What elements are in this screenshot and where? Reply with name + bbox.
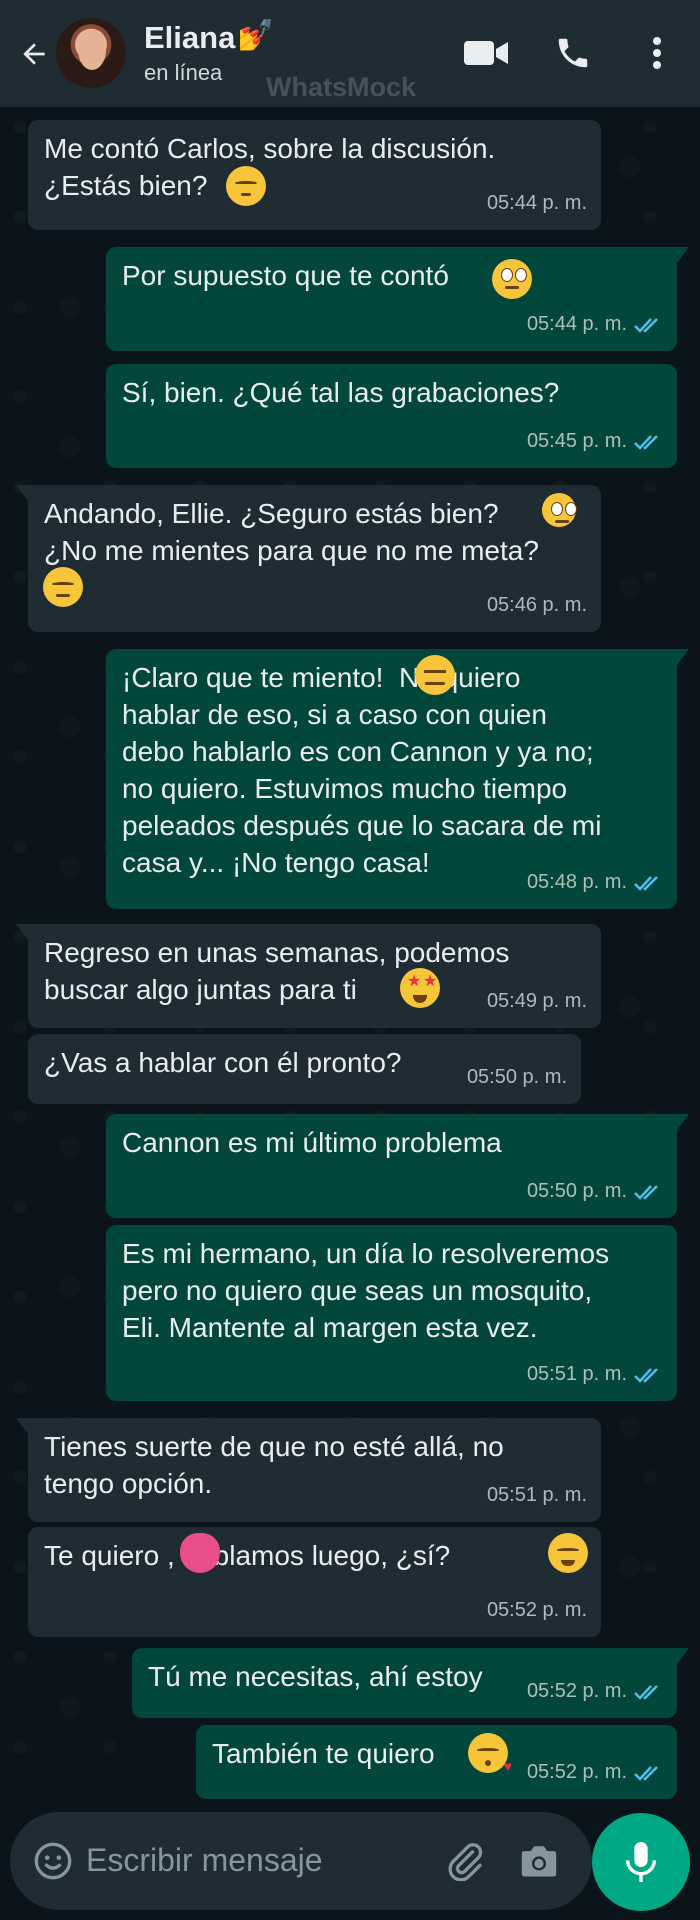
- message-incoming[interactable]: Me contó Carlos, sobre la discusión. ¿Es…: [28, 120, 601, 230]
- expressionless-face-emoji: [415, 655, 455, 695]
- kissing-face-emoji: ♥: [468, 1733, 512, 1773]
- watermark: WhatsMock: [266, 72, 417, 102]
- attach-icon[interactable]: [442, 1838, 488, 1884]
- message-text: Me contó Carlos, sobre la discusión. ¿Es…: [44, 133, 496, 201]
- message-text: Andando, Ellie. ¿Seguro estás bien? ¿No …: [44, 498, 539, 566]
- message-outgoing[interactable]: Es mi hermano, un día lo resolveremos pe…: [106, 1225, 677, 1401]
- message-outgoing[interactable]: Tú me necesitas, ahí estoy 05:52 p. m.: [132, 1648, 689, 1718]
- camera-icon[interactable]: [516, 1838, 562, 1884]
- message-outgoing[interactable]: También te quiero ♥ 05:52 p. m.: [196, 1725, 677, 1799]
- contact-name[interactable]: Eliana: [144, 20, 235, 56]
- voice-call-icon[interactable]: [548, 30, 598, 76]
- smiling-face-emoji: [548, 1533, 588, 1573]
- message-time: 05:48 p. m.: [526, 871, 627, 893]
- message-text: Tú me necesitas, ahí estoy: [148, 1661, 483, 1692]
- message-text: Sí, bien. ¿Qué tal las grabaciones?: [122, 377, 560, 408]
- message-time: 05:46 p. m.: [486, 594, 587, 616]
- message-incoming[interactable]: Andando, Ellie. ¿Seguro estás bien? ¿No …: [16, 485, 601, 632]
- message-text: Por supuesto que te contó: [122, 260, 449, 291]
- message-time: 05:51 p. m.: [486, 1484, 587, 1506]
- nail-polish-emoji: 💅: [237, 19, 275, 52]
- message-outgoing[interactable]: ¡Claro que te miento! No quiero hablar d…: [106, 649, 689, 909]
- message-incoming[interactable]: Te quiero , hablamos luego, ¿sí? 05:52 p…: [28, 1527, 601, 1637]
- message-input-bar[interactable]: Escribir mensaje: [10, 1812, 592, 1910]
- message-text: Cannon es mi último problema: [122, 1127, 502, 1158]
- back-arrow-icon[interactable]: [14, 34, 54, 74]
- microphone-icon: [626, 1842, 656, 1882]
- message-time: 05:45 p. m.: [526, 430, 627, 452]
- read-ticks-icon: [634, 434, 658, 450]
- eye-roll-face-emoji: [492, 259, 532, 299]
- message-time: 05:49 p. m.: [486, 990, 587, 1012]
- message-time: 05:50 p. m.: [466, 1066, 567, 1088]
- unamused-face-emoji: [43, 567, 83, 607]
- message-time: 05:44 p. m.: [526, 313, 627, 335]
- message-outgoing[interactable]: Por supuesto que te contó 05:44 p. m.: [106, 247, 689, 351]
- message-time: 05:50 p. m.: [526, 1180, 627, 1202]
- read-ticks-icon: [634, 1765, 658, 1781]
- message-input[interactable]: Escribir mensaje: [86, 1842, 323, 1879]
- pensive-face-emoji: [226, 166, 266, 206]
- star-struck-face-emoji: [400, 968, 440, 1008]
- message-time: 05:52 p. m.: [526, 1680, 627, 1702]
- read-ticks-icon: [634, 317, 658, 333]
- chat-header: Eliana 💅 en línea WhatsMock: [0, 0, 700, 107]
- message-incoming[interactable]: ¿Vas a hablar con él pronto? 05:50 p. m.: [28, 1034, 581, 1104]
- message-text: Tienes suerte de que no esté allá, no te…: [44, 1431, 504, 1499]
- mic-button[interactable]: [592, 1813, 690, 1911]
- message-text: ¡Claro que te miento! No quiero hablar d…: [122, 662, 602, 878]
- message-incoming[interactable]: Regreso en unas semanas, podemos buscar …: [16, 924, 601, 1028]
- contact-status: en línea: [144, 60, 223, 85]
- read-ticks-icon: [634, 1184, 658, 1200]
- read-ticks-icon: [634, 1367, 658, 1383]
- message-outgoing[interactable]: Sí, bien. ¿Qué tal las grabaciones? 05:4…: [106, 364, 677, 468]
- message-text: Es mi hermano, un día lo resolveremos pe…: [122, 1238, 610, 1343]
- message-time: 05:51 p. m.: [526, 1363, 627, 1385]
- message-time: 05:44 p. m.: [486, 192, 587, 214]
- revolving-hearts-emoji: [180, 1533, 220, 1573]
- message-text: ¿Vas a hablar con él pronto?: [44, 1047, 402, 1078]
- message-text: Te quiero , hablamos luego, ¿sí?: [44, 1540, 451, 1571]
- more-options-icon[interactable]: [632, 30, 682, 76]
- message-incoming[interactable]: Tienes suerte de que no esté allá, no te…: [16, 1418, 601, 1522]
- message-text: También te quiero: [212, 1738, 435, 1769]
- read-ticks-icon: [634, 875, 658, 891]
- contact-avatar[interactable]: [56, 18, 126, 88]
- video-call-icon[interactable]: [461, 30, 511, 76]
- message-time: 05:52 p. m.: [486, 1599, 587, 1621]
- emoji-icon[interactable]: [30, 1838, 76, 1884]
- message-outgoing[interactable]: Cannon es mi último problema 05:50 p. m.: [106, 1114, 689, 1218]
- read-ticks-icon: [634, 1684, 658, 1700]
- message-text: Regreso en unas semanas, podemos buscar …: [44, 937, 510, 1005]
- message-time: 05:52 p. m.: [526, 1761, 627, 1783]
- monocle-face-emoji: [542, 493, 577, 527]
